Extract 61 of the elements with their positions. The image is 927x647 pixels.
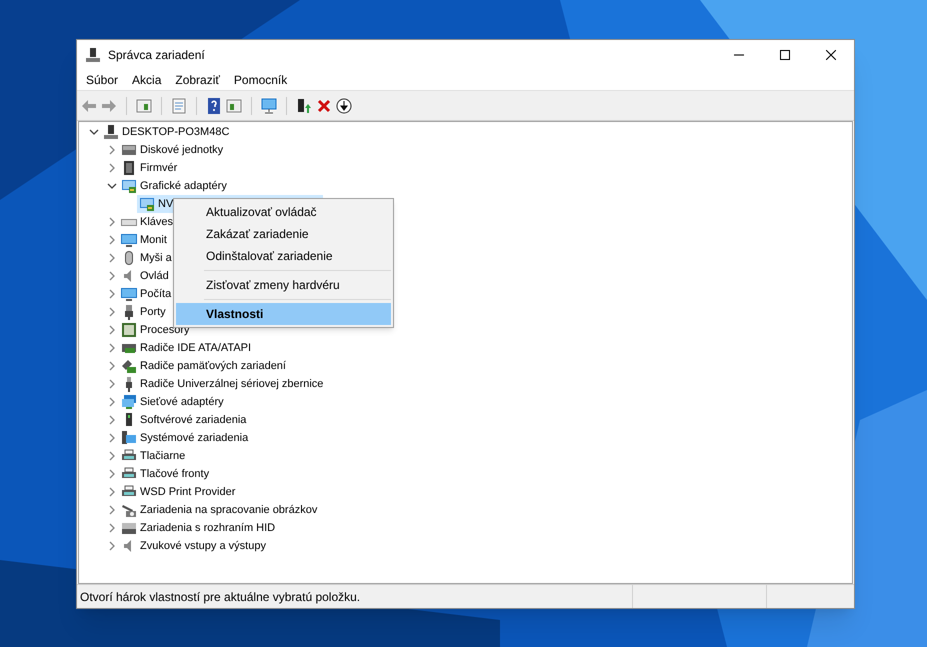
back-arrow-icon[interactable] [81, 98, 97, 114]
tree-item[interactable]: Počíta [119, 285, 174, 303]
properties-icon[interactable] [171, 98, 187, 114]
uninstall-icon[interactable] [316, 98, 332, 114]
menu-item[interactable]: Pomocník [226, 70, 294, 88]
context-menu-item[interactable]: Zisťovať zmeny hardvéru [176, 274, 391, 296]
context-menu-item[interactable]: Odinštalovať zariadenie [176, 245, 391, 267]
status-text: Otvorí hárok vlastností pre aktuálne vybratú položku. [79, 588, 362, 606]
tree-item[interactable]: Zariadenia na spracovanie obrázkov [119, 501, 320, 519]
console-tree-icon[interactable] [136, 98, 152, 114]
context-menu-item[interactable]: Aktualizovať ovládač [176, 201, 391, 223]
monitor-scan-icon[interactable] [261, 98, 277, 114]
tree-item[interactable]: Radiče pamäťových zariadení [119, 357, 288, 375]
scanner-icon [121, 502, 137, 518]
tree-item[interactable]: Tlačové fronty [119, 465, 212, 483]
forward-arrow-icon[interactable] [101, 98, 117, 114]
input-device-icon [121, 520, 137, 536]
tree-item[interactable]: Kláves [119, 213, 176, 231]
tree-item[interactable]: Firmvér [119, 159, 180, 177]
processor-icon [121, 322, 137, 338]
tree-item[interactable]: Zariadenia s rozhraním HID [119, 519, 278, 537]
action-pane-icon[interactable] [226, 98, 242, 114]
tree-item[interactable]: Porty [119, 303, 168, 321]
collapse-chevron-icon[interactable] [107, 181, 117, 191]
storage-controller-icon [121, 358, 137, 374]
display-adapter-icon [121, 178, 137, 194]
tree-item[interactable]: Monit [119, 231, 169, 249]
tree-item[interactable]: Tlačiarne [119, 447, 188, 465]
tree-item[interactable]: Grafické adaptéry [119, 177, 229, 195]
computer-icon [103, 124, 119, 140]
update-driver-icon[interactable] [296, 98, 312, 114]
tree-item[interactable]: DESKTOP-PO3M48C [101, 123, 232, 141]
display-adapter-icon [139, 196, 155, 212]
disk-drive-icon [121, 142, 137, 158]
tree-item[interactable]: Zvukové vstupy a výstupy [119, 537, 268, 555]
network-icon [121, 394, 137, 410]
disable-device-icon[interactable] [336, 98, 352, 114]
help-icon[interactable] [206, 98, 222, 114]
context-menu-item[interactable]: Vlastnosti [176, 303, 391, 325]
tree-item[interactable]: Ovlád [119, 267, 171, 285]
collapse-chevron-icon[interactable] [89, 127, 99, 137]
tree-item[interactable]: WSD Print Provider [119, 483, 238, 501]
system-icon [121, 430, 137, 446]
tree-item[interactable]: Sieťové adaptéry [119, 393, 226, 411]
window-title: Správca zariadení [108, 46, 205, 64]
context-menu-item[interactable]: Zakázať zariadenie [176, 223, 391, 245]
menu-item[interactable]: Zobraziť [168, 70, 227, 88]
tree-item[interactable]: Radiče Univerzálnej sériovej zbernice [119, 375, 326, 393]
tree-item[interactable]: Softvérové zariadenia [119, 411, 248, 429]
monitor-icon [121, 286, 137, 302]
tree-item[interactable]: Radiče IDE ATA/ATAPI [119, 339, 254, 357]
close-icon [826, 50, 836, 60]
tree-item[interactable]: Systémové zariadenia [119, 429, 250, 447]
menu-item[interactable]: Akcia [125, 70, 168, 88]
tree-item[interactable]: Diskové jednotky [119, 141, 226, 159]
computer-icon [85, 46, 101, 62]
maximize-icon [780, 50, 790, 60]
tree-item[interactable]: Myši a [119, 249, 174, 267]
menu-item[interactable]: Súbor [79, 70, 126, 88]
chip-icon [121, 160, 137, 176]
monitor-icon [121, 232, 137, 248]
